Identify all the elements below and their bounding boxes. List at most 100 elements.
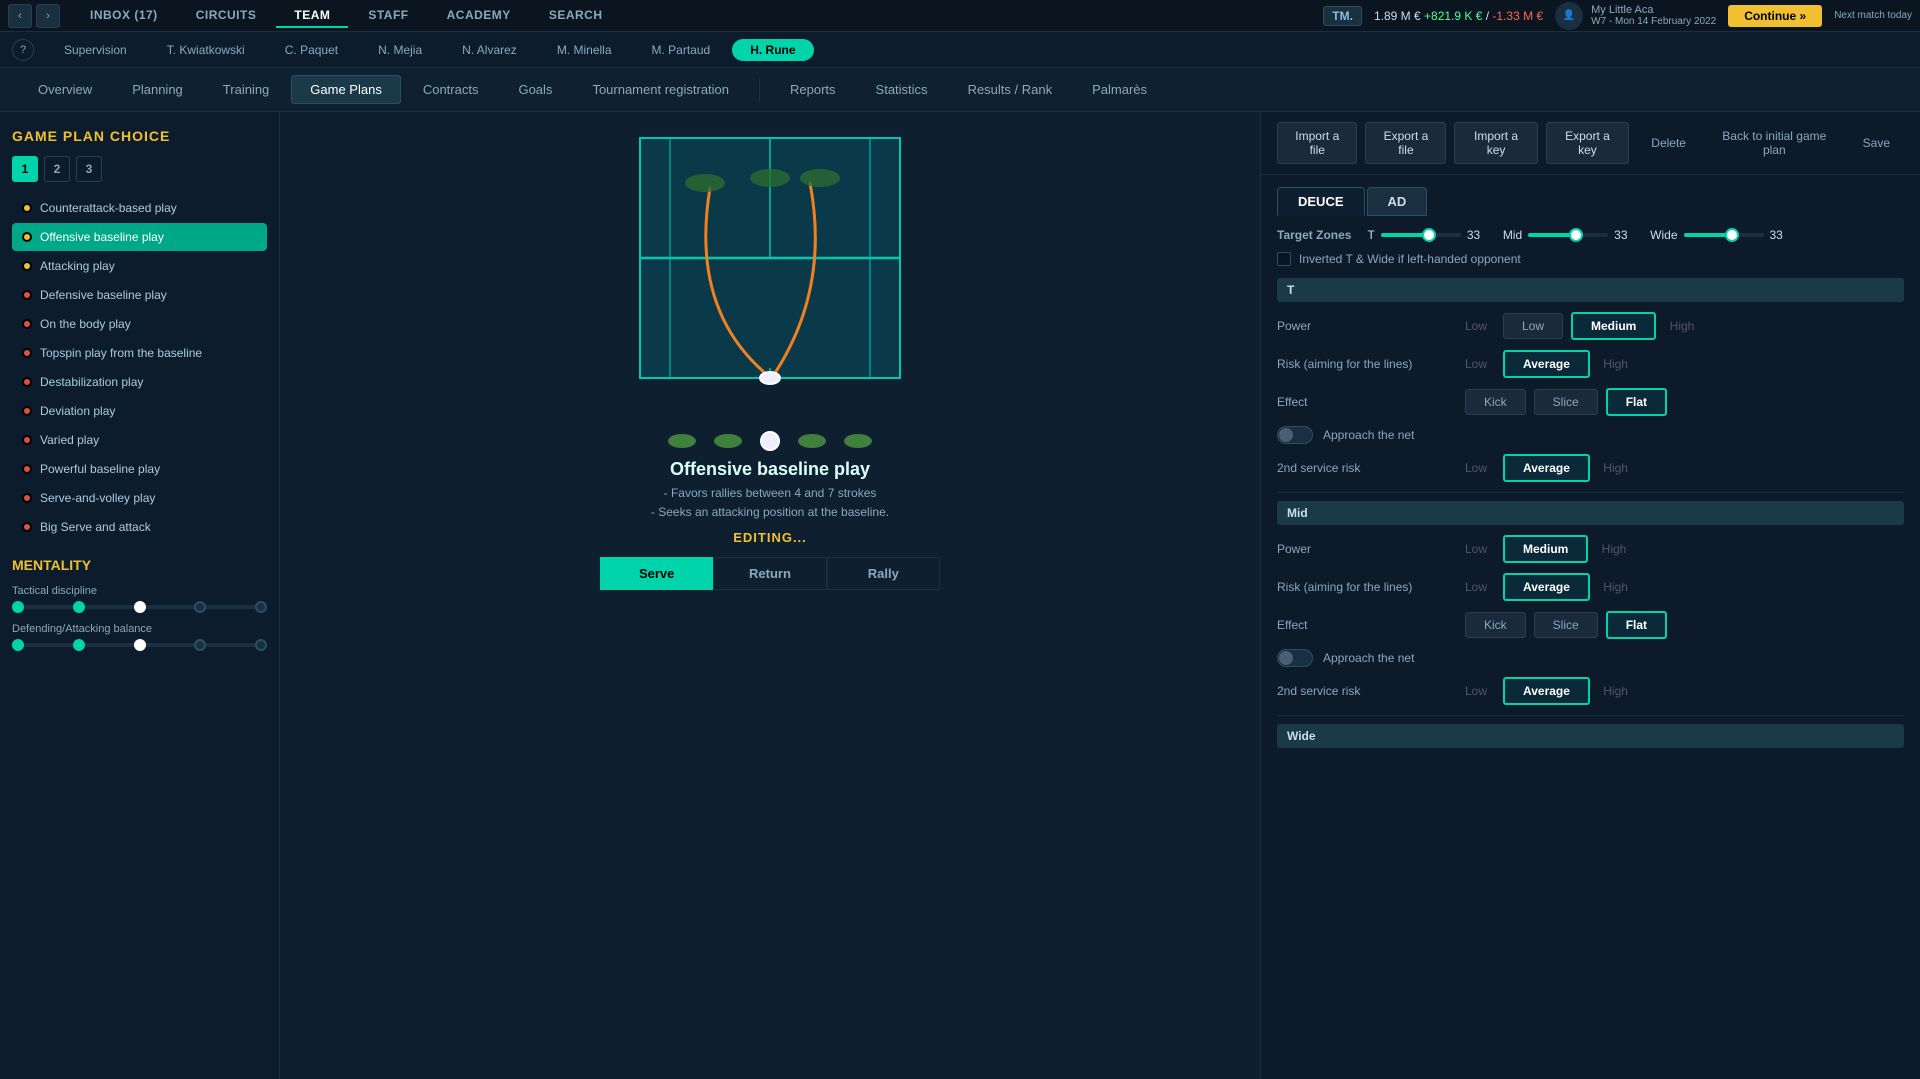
continue-button[interactable]: Continue » <box>1728 5 1822 27</box>
dot-yellow-icon <box>22 203 32 213</box>
play-varied[interactable]: Varied play <box>12 426 267 454</box>
serve-tab-rally[interactable]: Rally <box>827 557 940 590</box>
mid-effect-kick-btn[interactable]: Kick <box>1465 612 1526 638</box>
plan-2[interactable]: 2 <box>44 156 70 182</box>
import-file-button[interactable]: Import a file <box>1277 122 1357 164</box>
play-defensive-baseline[interactable]: Defensive baseline play <box>12 281 267 309</box>
mid-effect-slice-btn[interactable]: Slice <box>1534 612 1598 638</box>
mid-risk-average-btn[interactable]: Average <box>1503 573 1590 601</box>
t-2ndsvc-average-btn[interactable]: Average <box>1503 454 1590 482</box>
tab-statistics[interactable]: Statistics <box>858 76 946 103</box>
tab-goals[interactable]: Goals <box>500 76 570 103</box>
nav-academy[interactable]: ACADEMY <box>429 4 529 28</box>
t-effect-row: Effect Kick Slice Flat <box>1277 388 1904 416</box>
staff-m-partaud[interactable]: M. Partaud <box>634 39 729 61</box>
deuce-tab[interactable]: DEUCE <box>1277 187 1365 216</box>
mid-risk-label: Risk (aiming for the lines) <box>1277 580 1457 594</box>
export-file-button[interactable]: Export a file <box>1365 122 1446 164</box>
mid-2ndsvc-average-btn[interactable]: Average <box>1503 677 1590 705</box>
tab-results-rank[interactable]: Results / Rank <box>950 76 1071 103</box>
plan-3[interactable]: 3 <box>76 156 102 182</box>
play-powerful-baseline[interactable]: Powerful baseline play <box>12 455 267 483</box>
nav-back[interactable]: ‹ <box>8 4 32 28</box>
staff-n-mejia[interactable]: N. Mejia <box>360 39 440 61</box>
plan-1[interactable]: 1 <box>12 156 38 182</box>
t-effect-flat-btn[interactable]: Flat <box>1606 388 1667 416</box>
back-to-initial-button[interactable]: Back to initial game plan <box>1708 123 1841 163</box>
dot-3 <box>134 601 146 613</box>
defending-attacking-label: Defending/Attacking balance <box>12 623 267 635</box>
center-panel: Offensive baseline play - Favors rallies… <box>280 112 1260 1079</box>
tab-training[interactable]: Training <box>205 76 287 103</box>
t-power-low-btn[interactable]: Low <box>1503 313 1563 339</box>
t-approach-toggle[interactable] <box>1277 426 1313 444</box>
mid-effect-flat-btn[interactable]: Flat <box>1606 611 1667 639</box>
mid-power-high-label: High <box>1596 542 1626 556</box>
tab-palmares[interactable]: Palmarès <box>1074 76 1165 103</box>
staff-n-alvarez[interactable]: N. Alvarez <box>444 39 535 61</box>
play-attacking[interactable]: Attacking play <box>12 252 267 280</box>
save-button[interactable]: Save <box>1849 130 1904 156</box>
t-approach-row: Approach the net <box>1277 426 1904 444</box>
play-big-serve[interactable]: Big Serve and attack <box>12 513 267 541</box>
play-name-display: Offensive baseline play <box>670 459 870 480</box>
dot-yellow-icon <box>22 261 32 271</box>
t-risk-low-label: Low <box>1465 357 1495 371</box>
tab-overview[interactable]: Overview <box>20 76 110 103</box>
staff-h-rune[interactable]: H. Rune <box>732 39 813 61</box>
tactical-discipline-track[interactable] <box>12 605 267 609</box>
mid-risk-row: Risk (aiming for the lines) Low Average … <box>1277 573 1904 601</box>
t-risk-average-btn[interactable]: Average <box>1503 350 1590 378</box>
mid-power-medium-btn[interactable]: Medium <box>1503 535 1588 563</box>
nav-staff[interactable]: STAFF <box>350 4 426 28</box>
delete-button[interactable]: Delete <box>1637 130 1700 156</box>
inverted-checkbox[interactable] <box>1277 252 1291 266</box>
tab-game-plans[interactable]: Game Plans <box>291 75 401 104</box>
import-key-button[interactable]: Import a key <box>1454 122 1537 164</box>
nav-team[interactable]: TEAM <box>276 4 348 28</box>
play-on-the-body[interactable]: On the body play <box>12 310 267 338</box>
mid-approach-toggle[interactable] <box>1277 649 1313 667</box>
t-power-medium-btn[interactable]: Medium <box>1571 312 1656 340</box>
tz-wide-slider[interactable] <box>1684 233 1764 237</box>
t-effect-kick-btn[interactable]: Kick <box>1465 389 1526 415</box>
dot-4b <box>194 639 206 651</box>
staff-supervision[interactable]: Supervision <box>46 39 145 61</box>
tz-t-slider[interactable] <box>1381 233 1461 237</box>
dot-5b <box>255 639 267 651</box>
nav-inbox[interactable]: INBOX (17) <box>72 4 176 28</box>
dot-1b <box>12 639 24 651</box>
play-serve-volley[interactable]: Serve-and-volley play <box>12 484 267 512</box>
inverted-check-label: Inverted T & Wide if left-handed opponen… <box>1299 252 1521 266</box>
t-effect-slice-btn[interactable]: Slice <box>1534 389 1598 415</box>
export-key-button[interactable]: Export a key <box>1546 122 1630 164</box>
tab-contracts[interactable]: Contracts <box>405 76 497 103</box>
staff-c-paquet[interactable]: C. Paquet <box>267 39 356 61</box>
play-counterattack[interactable]: Counterattack-based play <box>12 194 267 222</box>
tab-tournament-registration[interactable]: Tournament registration <box>574 76 747 103</box>
ball-active <box>760 431 780 451</box>
right-top-bar: Import a file Export a file Import a key… <box>1261 112 1920 175</box>
staff-t-kwiatkowski[interactable]: T. Kwiatkowski <box>149 39 263 61</box>
staff-m-minella[interactable]: M. Minella <box>539 39 630 61</box>
tab-reports[interactable]: Reports <box>772 76 854 103</box>
tm-badge: TM. <box>1323 6 1362 26</box>
help-icon[interactable]: ? <box>12 39 34 61</box>
play-topspin[interactable]: Topspin play from the baseline <box>12 339 267 367</box>
play-varied-label: Varied play <box>40 433 99 447</box>
serve-tab-serve[interactable]: Serve <box>600 557 713 590</box>
t-2ndservice-row: 2nd service risk Low Average High <box>1277 454 1904 482</box>
play-destabilization[interactable]: Destabilization play <box>12 368 267 396</box>
ad-tab[interactable]: AD <box>1367 187 1428 216</box>
serve-tab-return[interactable]: Return <box>713 557 826 590</box>
nav-forward[interactable]: › <box>36 4 60 28</box>
play-deviation[interactable]: Deviation play <box>12 397 267 425</box>
nav-circuits[interactable]: CIRCUITS <box>178 4 275 28</box>
dot-red-icon <box>22 435 32 445</box>
play-offensive-baseline[interactable]: Offensive baseline play <box>12 223 267 251</box>
defending-attacking-track[interactable] <box>12 643 267 647</box>
tab-planning[interactable]: Planning <box>114 76 201 103</box>
play-attacking-label: Attacking play <box>40 259 115 273</box>
tz-mid-slider[interactable] <box>1528 233 1608 237</box>
nav-search[interactable]: SEARCH <box>531 4 621 28</box>
